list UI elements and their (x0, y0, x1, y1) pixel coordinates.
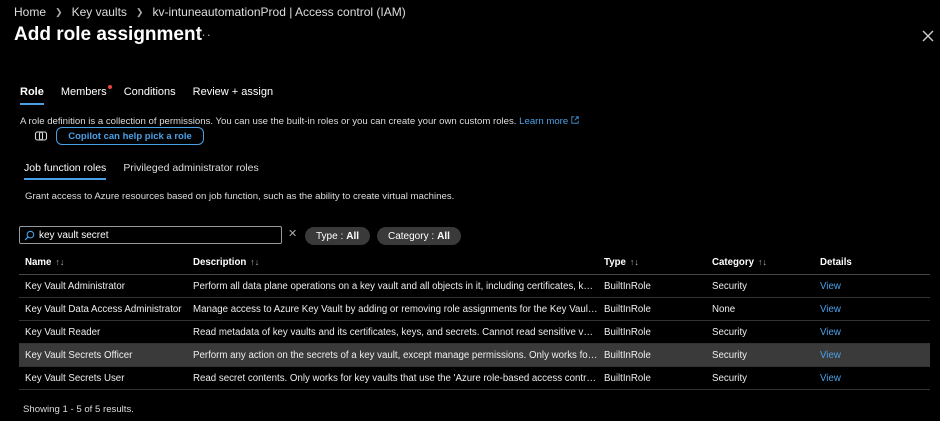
copilot-icon (34, 131, 48, 141)
tab-job-function-roles[interactable]: Job function roles (24, 162, 107, 180)
role-category: Security (712, 372, 747, 384)
type-filter-pill[interactable]: Type : All (305, 227, 371, 245)
roles-grid: Name ↑↓ Description ↑↓ Type ↑↓ Category ↑↓ D… (19, 251, 930, 390)
breadcrumb-key-vaults[interactable]: Key vaults (72, 5, 127, 19)
role-name: Key Vault Data Access Administrator (25, 303, 182, 315)
role-type-tabs: Job function roles Privileged administra… (24, 162, 276, 180)
table-row[interactable]: Key Vault Reader Read metadata of key va… (19, 321, 930, 344)
role-name: Key Vault Secrets Officer (25, 349, 133, 361)
external-link-icon (571, 116, 579, 124)
role-description-cell: Manage access to Azure Key Vault by addi… (193, 303, 598, 315)
role-description-cell: Perform all data plane operations on a k… (193, 280, 598, 292)
tab-conditions[interactable]: Conditions (124, 86, 176, 105)
more-options-icon[interactable]: ··· (196, 27, 212, 42)
search-input[interactable] (39, 229, 269, 241)
tab-bar: Role Members Conditions Review + assign (20, 85, 290, 105)
close-icon[interactable] (918, 26, 938, 46)
view-details-link[interactable]: View (814, 327, 930, 338)
role-category: Security (712, 326, 747, 338)
role-category: Security (712, 349, 747, 361)
view-details-link[interactable]: View (814, 304, 930, 315)
role-category: Security (712, 280, 747, 292)
search-icon (24, 230, 35, 240)
table-row[interactable]: Key Vault Data Access Administrator Mana… (19, 298, 930, 321)
role-type: BuiltInRole (604, 280, 651, 292)
role-type: BuiltInRole (604, 349, 651, 361)
role-name: Key Vault Secrets User (25, 372, 125, 384)
sort-icon: ↑↓ (758, 257, 767, 267)
category-filter-pill[interactable]: Category : All (377, 227, 461, 245)
breadcrumb-iam[interactable]: kv-intuneautomationProd | Access control… (152, 5, 405, 19)
results-count: Showing 1 - 5 of 5 results. (23, 404, 134, 415)
table-row-selected[interactable]: Key Vault Secrets Officer Perform any ac… (19, 344, 930, 367)
grid-header: Name ↑↓ Description ↑↓ Type ↑↓ Category ↑↓ D… (19, 251, 930, 275)
role-type: BuiltInRole (604, 372, 651, 384)
sort-icon: ↑↓ (55, 257, 65, 267)
sort-icon: ↑↓ (629, 257, 639, 267)
copilot-pick-role-button[interactable]: Copilot can help pick a role (56, 127, 204, 145)
role-description-cell: Read secret contents. Only works for key… (193, 372, 598, 384)
role-description-cell: Perform any action on the secrets of a k… (193, 349, 598, 361)
learn-more-link[interactable]: Learn more (519, 116, 579, 127)
sort-icon: ↑↓ (250, 257, 260, 267)
notification-dot (107, 85, 112, 89)
chevron-right-icon: ❯ (135, 6, 144, 17)
view-details-link[interactable]: View (814, 281, 930, 292)
tab-role[interactable]: Role (20, 86, 44, 105)
role-type: BuiltInRole (604, 326, 651, 338)
role-category: None (712, 303, 736, 315)
view-details-link[interactable]: View (814, 350, 930, 361)
role-type: BuiltInRole (604, 303, 651, 315)
role-name: Key Vault Reader (25, 326, 101, 338)
tab-review-assign[interactable]: Review + assign (193, 86, 273, 105)
tab-privileged-admin-roles[interactable]: Privileged administrator roles (123, 162, 258, 180)
chevron-right-icon: ❯ (55, 6, 63, 17)
clear-search-icon[interactable]: ✕ (288, 227, 297, 240)
page-title: Add role assignment (14, 24, 202, 45)
column-header-category[interactable]: Category ↑↓ (706, 257, 814, 268)
breadcrumb-home[interactable]: Home (14, 5, 46, 19)
breadcrumb: Home ❯ Key vaults ❯ kv-intuneautomationP… (14, 5, 406, 19)
view-details-link[interactable]: View (814, 373, 930, 384)
tab-members[interactable]: Members (61, 85, 112, 105)
role-name: Key Vault Administrator (25, 280, 125, 292)
column-header-details: Details (820, 257, 852, 268)
role-description-cell: Read metadata of key vaults and its cert… (193, 326, 598, 338)
column-header-name[interactable]: Name ↑↓ (19, 257, 187, 268)
column-header-type[interactable]: Type ↑↓ (598, 257, 706, 268)
subtab-description: Grant access to Azure resources based on… (25, 191, 455, 202)
table-row[interactable]: Key Vault Administrator Perform all data… (19, 275, 930, 298)
column-header-description[interactable]: Description ↑↓ (187, 257, 598, 268)
search-box (19, 226, 282, 244)
table-row[interactable]: Key Vault Secrets User Read secret conte… (19, 367, 930, 390)
role-description: A role definition is a collection of per… (20, 116, 579, 127)
